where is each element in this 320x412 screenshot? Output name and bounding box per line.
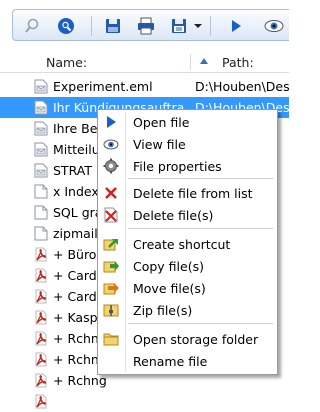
play-icon[interactable] bbox=[225, 15, 247, 37]
menu-item-label: Create shortcut bbox=[133, 237, 231, 252]
menu-item-label: Open file bbox=[133, 115, 190, 130]
menu-separator bbox=[128, 178, 273, 179]
menu-item-label: File properties bbox=[133, 159, 222, 174]
save-icon[interactable] bbox=[102, 15, 124, 37]
context-menu: Open file View file File properties Delete … bbox=[97, 109, 278, 375]
text-file-icon bbox=[34, 205, 48, 220]
zip-icon bbox=[103, 302, 119, 318]
pdf-file-icon bbox=[34, 394, 48, 409]
red-x-icon bbox=[103, 185, 119, 201]
toolbar-panel bbox=[12, 9, 289, 41]
pdf-file-icon bbox=[34, 289, 48, 304]
view-icon[interactable] bbox=[263, 15, 285, 37]
file-name: + Büros bbox=[53, 247, 103, 262]
find-icon[interactable] bbox=[55, 15, 77, 37]
menu-item-label: Move file(s) bbox=[133, 281, 206, 296]
copy-icon bbox=[103, 258, 119, 274]
menu-rename-file[interactable]: Rename file bbox=[98, 350, 277, 372]
menu-separator bbox=[128, 228, 273, 229]
file-name: STRAT bbox=[53, 163, 92, 178]
email-file-icon bbox=[34, 142, 48, 157]
sort-ascending-icon bbox=[200, 58, 208, 64]
menu-copy-files[interactable]: Copy file(s) bbox=[98, 255, 277, 277]
column-header-path[interactable]: Path: bbox=[222, 55, 254, 70]
file-name: Experiment.eml bbox=[53, 79, 153, 94]
email-file-icon bbox=[34, 121, 48, 136]
table-row[interactable] bbox=[0, 391, 289, 412]
folder-icon bbox=[103, 331, 119, 347]
pdf-file-icon bbox=[34, 310, 48, 325]
menu-create-shortcut[interactable]: Create shortcut bbox=[98, 233, 277, 255]
move-icon bbox=[103, 280, 119, 296]
file-path: D:\Houben\Des bbox=[195, 79, 290, 94]
email-file-icon bbox=[34, 100, 48, 115]
delete-files-icon bbox=[103, 207, 119, 223]
pdf-file-icon bbox=[34, 268, 48, 283]
menu-item-label: View file bbox=[133, 137, 186, 152]
gear-icon bbox=[103, 158, 119, 174]
print-icon[interactable] bbox=[135, 15, 157, 37]
menu-separator bbox=[128, 323, 273, 324]
pdf-file-icon bbox=[34, 331, 48, 346]
menu-view-file[interactable]: View file bbox=[98, 133, 277, 155]
column-divider[interactable] bbox=[190, 54, 191, 70]
table-row[interactable]: Experiment.eml D:\Houben\Des bbox=[0, 76, 290, 97]
column-header: Name: Path: bbox=[0, 52, 289, 73]
email-file-icon bbox=[34, 79, 48, 94]
menu-open-storage-folder[interactable]: Open storage folder bbox=[98, 328, 277, 350]
column-header-name[interactable]: Name: bbox=[46, 55, 87, 70]
email-file-icon bbox=[34, 163, 48, 178]
menu-delete-files[interactable]: Delete file(s) bbox=[98, 204, 277, 226]
pdf-file-icon bbox=[34, 247, 48, 262]
dropdown-arrow-icon[interactable] bbox=[192, 15, 204, 37]
menu-item-label: Open storage folder bbox=[133, 332, 259, 347]
blank-icon bbox=[103, 353, 119, 369]
file-name: + Cardr bbox=[53, 268, 102, 283]
shortcut-icon bbox=[103, 236, 119, 252]
toolbar bbox=[0, 0, 289, 48]
toolbar-separator bbox=[91, 16, 92, 36]
play-icon bbox=[103, 114, 119, 130]
view-icon bbox=[103, 136, 119, 152]
menu-open-file[interactable]: Open file bbox=[98, 111, 277, 133]
search-icon[interactable] bbox=[21, 15, 43, 37]
menu-zip-files[interactable]: Zip file(s) bbox=[98, 299, 277, 321]
menu-item-label: Rename file bbox=[133, 354, 208, 369]
menu-file-properties[interactable]: File properties bbox=[98, 155, 277, 177]
menu-item-label: Delete file from list bbox=[133, 186, 253, 201]
menu-item-label: Delete file(s) bbox=[133, 208, 214, 223]
menu-item-label: Copy file(s) bbox=[133, 259, 204, 274]
menu-item-label: Zip file(s) bbox=[133, 303, 193, 318]
file-name: + Cardr bbox=[53, 289, 102, 304]
file-name: SQL gra bbox=[53, 205, 103, 220]
text-file-icon bbox=[34, 184, 48, 199]
menu-move-files[interactable]: Move file(s) bbox=[98, 277, 277, 299]
pdf-file-icon bbox=[34, 352, 48, 367]
toolbar-separator bbox=[210, 16, 211, 36]
text-file-icon bbox=[34, 226, 48, 241]
export-icon[interactable] bbox=[168, 15, 190, 37]
menu-delete-from-list[interactable]: Delete file from list bbox=[98, 182, 277, 204]
